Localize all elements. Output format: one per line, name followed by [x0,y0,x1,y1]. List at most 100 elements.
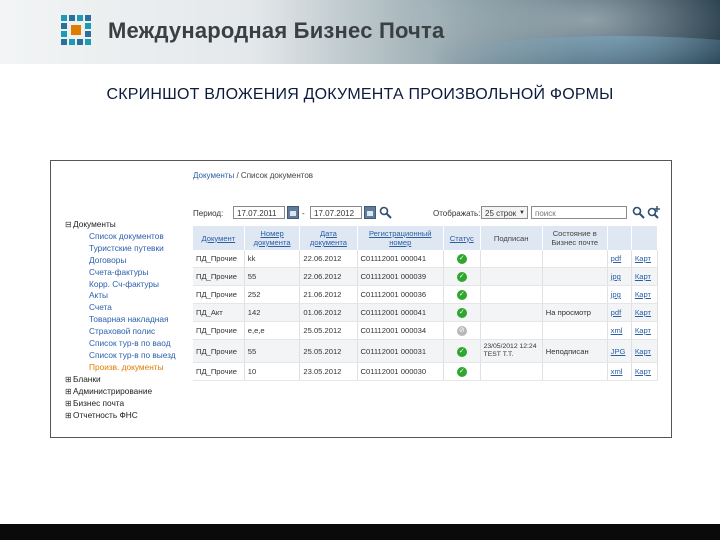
breadcrumb-separator: / [234,171,241,180]
tree-item[interactable]: Товарная накладная [65,314,176,326]
tree-node-label: Бланки [73,373,101,384]
rows-select-value: 25 строк [485,209,517,218]
cell-reg-number: C01112001 000034 [357,321,445,340]
card-link[interactable]: Карт [631,285,659,304]
cell-signed [480,250,543,268]
card-link[interactable]: Карт [631,267,659,286]
column-header[interactable]: Регистрационный номер [357,226,445,250]
cell-date: 22.06.2012 [299,250,358,268]
tree-item[interactable]: Счета-фактуры [65,267,176,279]
tree-node-admin[interactable]: ⊞ Администрирование [65,386,176,398]
page-title: СКРИНШОТ ВЛОЖЕНИЯ ДОКУМЕНТА ПРОИЗВОЛЬНОЙ… [106,86,614,103]
cell-number: 142 [244,303,301,322]
expand-icon[interactable]: ⊞ [65,386,73,398]
card-link[interactable]: Карт [631,362,659,381]
tree-node-business-mail[interactable]: ⊞ Бизнес почта [65,398,176,410]
tree-node-fns-reports[interactable]: ⊞ Отчетность ФНС [65,410,176,422]
calendar-icon[interactable] [287,206,299,219]
table-row[interactable]: ПД_Прочие 55 25.05.2012 C01112001 000031… [193,339,659,363]
file-link[interactable]: xml [607,321,632,340]
tree-item[interactable]: Счета [65,302,176,314]
column-header[interactable]: Документ [193,226,245,250]
status-ok-icon: ✓ [456,272,467,282]
calendar-icon[interactable] [364,206,376,219]
tree-item[interactable]: Акты [65,290,176,302]
tree-node-blanks[interactable]: ⊞ Бланки [65,374,176,386]
file-link[interactable]: jpg [607,267,632,286]
cell-number: 55 [244,267,301,286]
table-row[interactable]: ПД_Прочие 252 21.06.2012 C01112001 00003… [193,285,659,304]
tree-item[interactable]: Список тур-в по ваод [65,338,176,350]
card-link[interactable]: Карт [631,321,659,340]
column-header[interactable]: Дата документа [299,226,358,250]
cell-state: Неподписан [542,339,608,363]
search-icon[interactable] [379,206,392,219]
period-label: Период: [193,209,224,218]
search-icon[interactable] [632,206,645,219]
table-row[interactable]: ПД_Прочие kk 22.06.2012 C01112001 000041… [193,250,659,268]
file-link[interactable]: JPG [607,339,632,363]
file-link[interactable]: pdf [607,250,632,268]
collapse-icon[interactable]: ⊟ [65,219,73,231]
cell-state [542,250,608,268]
column-header [631,226,659,250]
status-ok-icon: ✓ [456,308,467,318]
cell-date: 01.06.2012 [299,303,358,322]
display-label: Отображать: [433,209,481,218]
expand-icon[interactable]: ⊞ [65,374,73,386]
tree-item[interactable]: Список тур-в по выезд [65,350,176,362]
filter-bar: Период: 17.07.2011 - 17.07.2012 Отобража… [193,206,663,222]
status-ok-icon: ✓ [456,290,467,300]
file-link[interactable]: xml [607,362,632,381]
tree-item[interactable]: Страховой полис [65,326,176,338]
cell-date: 25.05.2012 [299,321,358,340]
cell-status: ✓ [443,267,481,286]
tree-node-documents[interactable]: ⊟ Документы [65,219,176,231]
card-link[interactable]: Карт [631,339,659,363]
status-ok-icon: ✓ [456,346,467,357]
cell-signed [480,267,543,286]
cell-date: 25.05.2012 [299,339,358,363]
expand-icon[interactable]: ⊞ [65,410,73,422]
column-header[interactable]: Статус [443,226,481,250]
cell-status: ✓ [443,285,481,304]
cell-number: 252 [244,285,301,304]
cell-number: e,e,e [244,321,301,340]
cell-reg-number: C01112001 000041 [357,250,445,268]
table-row[interactable]: ПД_Акт 142 01.06.2012 C01112001 000041 ✓… [193,303,659,322]
logo-text: Международная Бизнес Почта [108,18,445,43]
cell-date: 21.06.2012 [299,285,358,304]
column-header[interactable]: Номер документа [244,226,301,250]
cell-signed [480,303,543,322]
cell-reg-number: C01112001 000030 [357,362,445,381]
file-link[interactable]: pdf [607,303,632,322]
rows-select[interactable]: 25 строк ▼ [481,206,528,219]
tree-item[interactable]: Туристские путевки [65,243,176,255]
card-link[interactable]: Карт [631,250,659,268]
cell-reg-number: C01112001 000036 [357,285,445,304]
cell-number: kk [244,250,301,268]
expand-icon[interactable]: ⊞ [65,398,73,410]
cell-status: ✓ [443,362,481,381]
bottom-bar [0,524,720,540]
tree-item[interactable]: Список документов [65,231,176,243]
date-separator: - [302,209,305,218]
status-pending-icon: ⊘ [456,326,467,336]
breadcrumb: Документы / Список документов [193,171,313,180]
table-row[interactable]: ПД_Прочие 10 23.05.2012 C01112001 000030… [193,362,659,381]
cell-document: ПД_Акт [193,303,245,322]
file-link[interactable]: jpg [607,285,632,304]
column-header: Состояние в Бизнес почте [542,226,608,250]
search-input[interactable]: поиск [531,206,627,219]
cell-document: ПД_Прочие [193,362,245,381]
advanced-search-icon[interactable] [647,206,660,219]
tree-item[interactable]: Договоры [65,255,176,267]
date-from-input[interactable]: 17.07.2011 [233,206,285,219]
card-link[interactable]: Карт [631,303,659,322]
date-to-input[interactable]: 17.07.2012 [310,206,362,219]
tree-item-active[interactable]: Произв. документы [65,362,176,374]
table-row[interactable]: ПД_Прочие e,e,e 25.05.2012 C01112001 000… [193,321,659,340]
breadcrumb-documents-link[interactable]: Документы [193,171,234,180]
tree-item[interactable]: Корр. Сч-фактуры [65,279,176,291]
table-row[interactable]: ПД_Прочие 55 22.06.2012 C01112001 000039… [193,267,659,286]
